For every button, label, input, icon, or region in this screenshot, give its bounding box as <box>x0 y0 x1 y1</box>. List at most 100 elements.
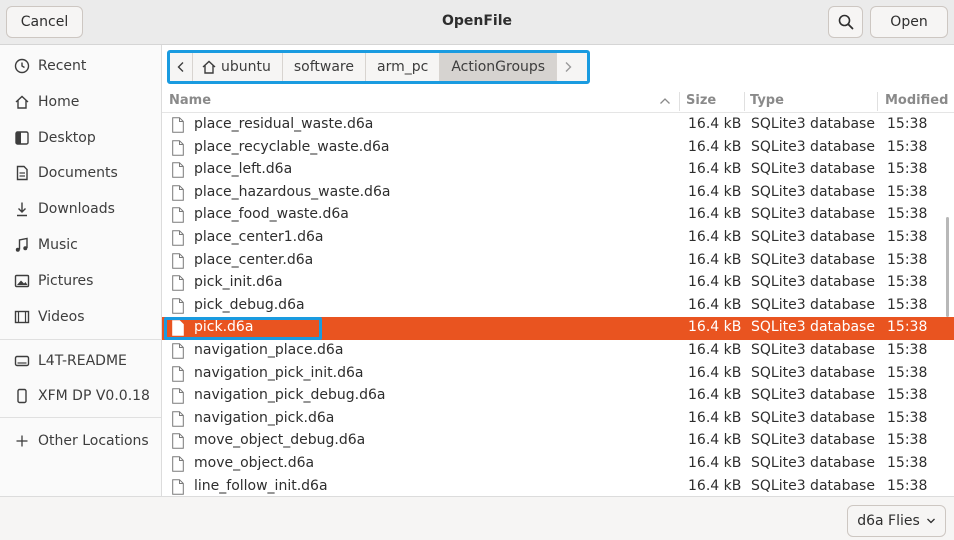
table-row[interactable]: place_center1.d6a 16.4 kB SQLite3 database… <box>162 227 954 250</box>
sidebar-item-home[interactable]: Home <box>0 85 161 119</box>
table-row[interactable]: navigation_place.d6a 16.4 kB SQLite3 datab… <box>162 340 954 363</box>
cancel-button[interactable]: Cancel <box>6 6 83 38</box>
file-type: SQLite3 database <box>751 274 875 291</box>
open-button[interactable]: Open <box>870 6 948 38</box>
file-type: SQLite3 database <box>751 161 875 178</box>
clock-icon <box>13 57 31 75</box>
sidebar-item-label: Documents <box>38 165 118 181</box>
file-icon <box>172 275 184 291</box>
plus-icon <box>13 432 31 450</box>
file-name: navigation_pick_init.d6a <box>194 364 364 381</box>
file-modified: 15:38 <box>887 387 928 404</box>
file-icon <box>172 117 184 133</box>
file-icon <box>172 252 184 269</box>
file-size: 16.4 kB <box>688 455 742 471</box>
file-icon <box>172 162 184 178</box>
sidebar-item-xfm-dp[interactable]: XFM DP V0.0.18 <box>0 379 161 413</box>
file-name: place_recyclable_waste.d6a <box>194 138 390 155</box>
video-icon <box>13 308 31 326</box>
crumb-arm-pc[interactable]: arm_pc <box>366 53 441 81</box>
sidebar-item-l4t-readme[interactable]: L4T-README <box>0 344 161 378</box>
bottom-bar: d6a Flies <box>0 496 954 540</box>
sidebar-item-desktop[interactable]: Desktop <box>0 121 161 155</box>
table-row[interactable]: pick.d6a 16.4 kB SQLite3 database 15:38 <box>162 317 954 341</box>
file-modified: 15:38 <box>887 206 928 223</box>
column-name-header[interactable]: Name <box>169 93 211 108</box>
sidebar-item-other-locations[interactable]: Other Locations <box>0 424 161 458</box>
table-row[interactable]: place_recyclable_waste.d6a 16.4 kB SQLite3… <box>162 137 954 160</box>
sidebar-item-label: L4T-README <box>38 353 127 369</box>
drive-icon <box>13 352 31 370</box>
chevron-down-icon <box>926 518 935 524</box>
file-modified: 15:38 <box>887 183 928 200</box>
path-forward-button[interactable] <box>557 53 580 81</box>
crumb-actiongroups[interactable]: ActionGroups <box>440 53 558 81</box>
file-modified: 15:38 <box>887 138 928 155</box>
table-row[interactable]: pick_init.d6a 16.4 kB SQLite3 database 15:3… <box>162 272 954 295</box>
download-icon <box>13 200 31 218</box>
crumb-ubuntu[interactable]: ubuntu <box>193 53 283 81</box>
sidebar-item-music[interactable]: Music <box>0 228 161 262</box>
sort-ascending-icon <box>660 98 670 104</box>
sidebar-item-downloads[interactable]: Downloads <box>0 192 161 226</box>
file-modified: 15:38 <box>887 432 928 449</box>
file-modified: 15:38 <box>887 161 928 178</box>
column-size-header[interactable]: Size <box>686 93 716 108</box>
sidebar-item-label: XFM DP V0.0.18 <box>38 388 150 404</box>
table-row[interactable]: place_hazardous_waste.d6a 16.4 kB SQLite3 … <box>162 182 954 205</box>
file-name: line_follow_init.d6a <box>194 477 328 494</box>
file-icon <box>172 365 184 382</box>
table-row[interactable]: line_follow_init.d6a 16.4 kB SQLite3 datab… <box>162 476 954 496</box>
column-modified-header[interactable]: Modified <box>885 93 948 108</box>
sidebar-separator <box>0 417 161 418</box>
file-type: SQLite3 database <box>751 319 875 336</box>
table-row[interactable]: navigation_pick_init.d6a 16.4 kB SQLite3 d… <box>162 363 954 386</box>
table-row[interactable]: pick_debug.d6a 16.4 kB SQLite3 database 15:… <box>162 295 954 318</box>
file-name: navigation_pick_debug.d6a <box>194 387 386 404</box>
table-row[interactable]: navigation_pick_debug.d6a 16.4 kB SQLite3 … <box>162 385 954 408</box>
music-icon <box>13 236 31 254</box>
file-type: SQLite3 database <box>751 183 875 200</box>
file-type: SQLite3 database <box>751 296 875 313</box>
scrollbar[interactable] <box>946 217 949 317</box>
file-icon <box>172 478 184 495</box>
crumb-software[interactable]: software <box>282 53 366 81</box>
sidebar-item-pictures[interactable]: Pictures <box>0 264 161 298</box>
column-type-header[interactable]: Type <box>750 93 784 108</box>
sidebar-item-videos[interactable]: Videos <box>0 300 161 334</box>
chevron-left-icon <box>177 62 184 72</box>
table-row[interactable]: place_residual_waste.d6a 16.4 kB SQLite3 d… <box>162 114 954 137</box>
file-name: move_object_debug.d6a <box>194 432 366 449</box>
sidebar-item-documents[interactable]: Documents <box>0 156 161 190</box>
chevron-right-icon <box>565 62 572 72</box>
table-row[interactable]: move_object.d6a 16.4 kB SQLite3 database 15… <box>162 453 954 476</box>
file-icon <box>172 207 184 224</box>
file-modified: 15:38 <box>887 319 928 336</box>
table-row[interactable]: place_center.d6a 16.4 kB SQLite3 database 1… <box>162 250 954 273</box>
search-button[interactable] <box>828 6 863 38</box>
file-name: place_left.d6a <box>194 161 293 178</box>
file-size: 16.4 kB <box>688 183 742 200</box>
file-type: SQLite3 database <box>751 364 875 381</box>
file-size: 16.4 kB <box>688 409 742 426</box>
sidebar-item-recent[interactable]: Recent <box>0 49 161 83</box>
file-icon <box>172 410 184 427</box>
file-icon <box>172 343 184 359</box>
sidebar-item-label: Music <box>38 237 78 253</box>
table-row[interactable]: navigation_pick.d6a 16.4 kB SQLite3 databa… <box>162 408 954 431</box>
sidebar-item-label: Home <box>38 94 80 110</box>
table-row[interactable]: place_left.d6a 16.4 kB SQLite3 database 15:… <box>162 159 954 182</box>
table-row[interactable]: place_food_waste.d6a 16.4 kB SQLite3 datab… <box>162 204 954 227</box>
file-name: place_center1.d6a <box>194 229 324 245</box>
file-name: move_object.d6a <box>194 455 315 471</box>
file-name: navigation_place.d6a <box>194 342 344 358</box>
file-type: SQLite3 database <box>751 455 875 471</box>
file-name: place_residual_waste.d6a <box>194 116 374 132</box>
file-name: navigation_pick.d6a <box>194 409 335 426</box>
file-modified: 15:38 <box>887 409 928 426</box>
file-filter-dropdown[interactable]: d6a Flies <box>847 505 946 537</box>
crumb-label: ubuntu <box>221 59 271 75</box>
path-back-button[interactable] <box>170 53 193 81</box>
filter-label: d6a Flies <box>857 513 920 529</box>
table-row[interactable]: move_object_debug.d6a 16.4 kB SQLite3 data… <box>162 430 954 453</box>
